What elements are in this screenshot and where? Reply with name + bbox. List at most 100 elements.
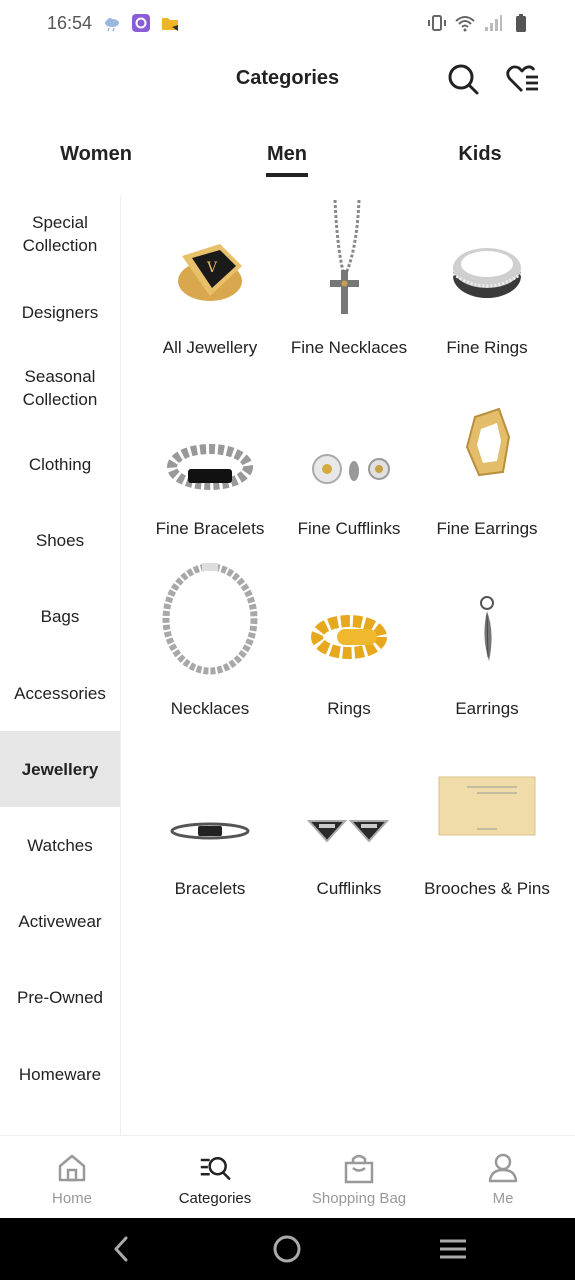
sidebar-item-label: Seasonal Collection (22, 367, 98, 409)
grid-item-label: Fine Bracelets (155, 519, 265, 538)
grid-item-brooches-pins[interactable]: Brooches & Pins (417, 737, 557, 912)
nav-categories[interactable]: Categories (143, 1136, 287, 1219)
sidebar-item-homeware[interactable]: Homeware (0, 1036, 120, 1112)
sidebar-item-clothing[interactable]: Clothing (0, 426, 120, 502)
sidebar-item-label: Special Collection (22, 213, 98, 255)
grid-item-label: All Jewellery (162, 338, 258, 357)
grid-item-fine-earrings[interactable]: Fine Earrings (417, 377, 557, 552)
grid-item-label: Bracelets (174, 879, 246, 898)
signal-icon (483, 13, 503, 33)
cord-bracelet-image (170, 822, 250, 840)
sidebar-item-watches[interactable]: Watches (0, 807, 120, 883)
grid-item-label: Fine Cufflinks (297, 519, 401, 538)
gender-tabs: Women Men Kids (0, 136, 575, 180)
recents-icon (440, 1239, 466, 1259)
search-button[interactable] (446, 62, 480, 96)
sidebar-item-label: Accessories (14, 683, 106, 703)
active-tab-indicator (266, 173, 308, 177)
nav-label: Me (492, 1190, 514, 1207)
search-icon (448, 64, 479, 95)
bottom-navigation: Home Categories Shopping Bag Me (0, 1135, 575, 1218)
sidebar-item-label: Jewellery (21, 759, 99, 779)
nav-shopping-bag[interactable]: Shopping Bag (287, 1136, 431, 1219)
battery-icon (511, 13, 531, 33)
cross-necklace-image (330, 199, 361, 314)
grid-item-bracelets[interactable]: Bracelets (140, 737, 280, 912)
sidebar-item-label: Bags (40, 606, 80, 626)
nav-home[interactable]: Home (0, 1136, 144, 1219)
feather-earring-image (480, 596, 494, 661)
nav-me[interactable]: Me (431, 1136, 575, 1219)
sidebar-item-seasonal-collection[interactable]: Seasonal Collection (0, 350, 120, 426)
sidebar-item-bags[interactable]: Bags (0, 578, 120, 654)
user-icon (488, 1153, 518, 1183)
sidebar-item-label: Homeware (18, 1064, 102, 1084)
hoop-earring-image (465, 407, 511, 477)
grid-item-label: Fine Rings (446, 338, 528, 357)
bag-icon (344, 1154, 374, 1184)
sidebar-item-activewear[interactable]: Activewear (0, 883, 120, 959)
nav-label: Home (51, 1190, 92, 1207)
sidebar-item-label: Shoes (35, 530, 85, 550)
category-sidebar: Special Collection Designers Seasonal Co… (0, 196, 121, 1135)
sidebar-item-label: Clothing (28, 454, 92, 474)
sidebar-item-special-collection[interactable]: Special Collection (0, 196, 120, 272)
home-icon (58, 1154, 86, 1182)
grid-item-label: Brooches & Pins (424, 879, 550, 898)
sidebar-item-shoes[interactable]: Shoes (0, 502, 120, 578)
sidebar-item-jewellery[interactable]: Jewellery (0, 731, 120, 807)
grid-item-label: Cufflinks (316, 879, 382, 898)
card-pin-image (438, 776, 536, 836)
grid-item-label: Necklaces (170, 699, 250, 718)
home-circle-icon (273, 1235, 301, 1263)
grid-item-label: Rings (327, 699, 371, 718)
cloud-icon (102, 13, 122, 33)
system-recents-button[interactable] (438, 1234, 468, 1264)
grid-item-rings[interactable]: Rings (279, 557, 419, 732)
grid-item-all-jewellery[interactable]: V All Jewellery (140, 196, 280, 371)
tab-label: Kids (458, 143, 502, 165)
grid-item-fine-rings[interactable]: Fine Rings (417, 196, 557, 371)
status-time: 16:54 (47, 13, 93, 33)
sidebar-item-label: Designers (21, 302, 99, 322)
tab-label: Women (60, 143, 132, 165)
sidebar-item-accessories[interactable]: Accessories (0, 655, 120, 731)
grid-item-necklaces[interactable]: Necklaces (140, 557, 280, 732)
categories-icon (200, 1156, 231, 1180)
vibrate-icon (427, 13, 447, 33)
tab-men[interactable]: Men (262, 136, 312, 180)
page-title: Categories (235, 67, 340, 89)
chain-bracelet-image (167, 444, 253, 490)
grid-item-label: Fine Earrings (436, 519, 538, 538)
triangle-cufflinks-image (306, 820, 390, 843)
status-bar: 16:54 (0, 0, 575, 48)
tab-women[interactable]: Women (46, 136, 146, 180)
grid-item-fine-bracelets[interactable]: Fine Bracelets (140, 377, 280, 552)
tab-label: Men (267, 143, 307, 165)
app-icon (131, 13, 151, 33)
sidebar-item-pre-owned[interactable]: Pre-Owned (0, 959, 120, 1035)
tab-kids[interactable]: Kids (440, 136, 520, 180)
heart-list-icon (506, 65, 538, 92)
grid-item-label: Earrings (455, 699, 519, 718)
sidebar-item-designers[interactable]: Designers (0, 274, 120, 350)
nav-label: Shopping Bag (311, 1190, 407, 1207)
signet-ring-image: V (178, 244, 242, 301)
wishlist-button[interactable] (505, 62, 541, 96)
svg-text:V: V (206, 260, 218, 276)
wifi-icon (455, 13, 475, 33)
grid-item-cufflinks[interactable]: Cufflinks (279, 737, 419, 912)
grid-item-fine-necklaces[interactable]: Fine Necklaces (279, 196, 419, 371)
system-home-button[interactable] (272, 1234, 302, 1264)
app-header: Categories (0, 48, 575, 110)
system-back-button[interactable] (106, 1234, 136, 1264)
nav-label: Categories (178, 1190, 252, 1207)
grid-item-earrings[interactable]: Earrings (417, 557, 557, 732)
back-icon (114, 1236, 128, 1262)
cufflinks-image (312, 454, 390, 484)
grid-item-fine-cufflinks[interactable]: Fine Cufflinks (279, 377, 419, 552)
system-navigation-bar (0, 1218, 575, 1280)
sidebar-item-label: Activewear (18, 911, 102, 931)
band-ring-image (452, 248, 522, 298)
sidebar-item-label: Watches (27, 835, 93, 855)
